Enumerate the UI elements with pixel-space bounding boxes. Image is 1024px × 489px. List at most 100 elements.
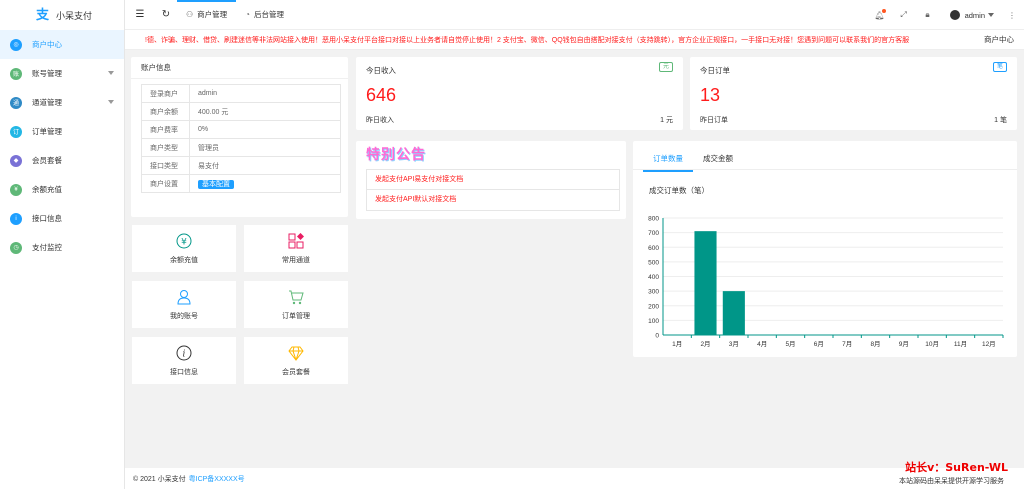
- diamond-icon: [288, 346, 304, 361]
- x-tick-label: 12月: [982, 340, 996, 348]
- more-vertical-icon[interactable]: ⋮: [1000, 11, 1024, 20]
- table-row: 接口类型 易支付: [141, 156, 341, 175]
- x-tick-label: 8月: [870, 340, 880, 348]
- yesterday-income-value: 1 元: [660, 117, 673, 124]
- chevron-down-icon: [988, 13, 994, 17]
- notice-text: !德、诈骗、理财、借贷、刷建迷信等非法网站接入使用！恶用小呆支付平台接口对接以上…: [145, 36, 910, 44]
- watermark-contact: 站长v：SuRen-WL: [905, 461, 1008, 474]
- sidebar-item-channel-management[interactable]: 通 通道管理: [0, 88, 124, 117]
- y-tick-label: 700: [648, 230, 659, 237]
- card-title: 今日订单: [700, 66, 730, 75]
- cart-icon: 订: [10, 125, 22, 138]
- y-tick-label: 200: [648, 303, 659, 310]
- y-tick-label: 600: [648, 245, 659, 252]
- sidebar-item-payment-monitor[interactable]: ◷ 支付监控: [0, 233, 124, 262]
- x-tick-label: 7月: [842, 340, 852, 348]
- grid-apps-icon: [288, 232, 304, 248]
- copyright-text: © 2021 小呆支付: [133, 475, 186, 483]
- bar: [694, 231, 717, 335]
- announcement-list: 发起支付API易支付对接文档 发起支付API默认对接文档: [366, 169, 620, 211]
- yen-circle-icon: ¥: [176, 233, 192, 248]
- table-row: 商户费率 0%: [141, 120, 341, 139]
- y-tick-label: 800: [648, 216, 659, 223]
- card-title: 账户信息: [131, 57, 348, 79]
- tile-recharge[interactable]: ¥ 余额充值: [132, 225, 236, 272]
- sidebar: 支 小呆支付 ◎ 商户中心 账 账号管理 通 通道管理 订 订单管理 ◆ 会员套…: [0, 0, 125, 489]
- tab-merchant-management[interactable]: ⚇ 商户管理: [177, 0, 237, 30]
- sidebar-item-order-management[interactable]: 订 订单管理: [0, 117, 124, 146]
- y-tick-label: 500: [648, 259, 659, 266]
- top-header: ☰ ↻ ⚇ 商户管理 ◔ 后台管理 🔔︎ ⤢ 🔒︎ admin ⋮: [125, 0, 1024, 30]
- tile-api-info[interactable]: i 接口信息: [132, 337, 236, 384]
- y-tick-label: 0: [655, 333, 659, 340]
- card-title: 今日收入: [366, 66, 396, 75]
- x-tick-label: 1月: [672, 340, 682, 348]
- income-value: 646: [366, 85, 397, 105]
- home-icon: ◎: [10, 38, 22, 51]
- announcement-card: 特别公告 发起支付API易支付对接文档 发起支付API默认对接文档: [356, 141, 626, 219]
- tile-membership[interactable]: 会员套餐: [244, 337, 348, 384]
- yen-icon: ¥: [10, 183, 22, 196]
- sidebar-item-account-management[interactable]: 账 账号管理: [0, 59, 124, 88]
- sidebar-item-api-info[interactable]: i 接口信息: [0, 204, 124, 233]
- breadcrumb: 商户中心: [984, 35, 1014, 44]
- tile-order-management[interactable]: 订单管理: [244, 281, 348, 328]
- table-row: 登录商户 admin: [141, 84, 341, 103]
- notification-bell-icon[interactable]: 🔔︎: [868, 8, 892, 20]
- app-logo[interactable]: 支 小呆支付: [0, 0, 124, 30]
- x-tick-label: 11月: [954, 340, 967, 348]
- x-tick-label: 6月: [814, 340, 824, 348]
- monitor-icon: ◷: [10, 241, 22, 254]
- yesterday-income-label: 昨日收入: [366, 117, 394, 124]
- user-outline-icon: [177, 289, 191, 304]
- user-icon: ⚇: [186, 10, 194, 19]
- notice-marquee: !德、诈骗、理财、借贷、刷建迷信等非法网站接入使用！恶用小呆支付平台接口对接以上…: [125, 30, 1024, 50]
- announcement-link[interactable]: 发起支付API默认对接文档: [367, 190, 619, 210]
- table-row: 商户设置 基本配置: [141, 174, 341, 193]
- account-table: 登录商户 admin 商户余额 400.00 元 商户费率 0% 商户类型 管理员 接口…: [141, 84, 341, 193]
- fullscreen-icon[interactable]: ⤢: [892, 10, 916, 20]
- sidebar-item-membership[interactable]: ◆ 会员套餐: [0, 146, 124, 175]
- today-income-card: 今日收入 元 646 昨日收入 1 元: [356, 57, 683, 130]
- chevron-down-icon: [108, 100, 114, 104]
- basic-config-button[interactable]: 基本配置: [198, 179, 234, 189]
- app-name: 小呆支付: [56, 10, 93, 21]
- diamond-icon: ◆: [10, 154, 22, 167]
- tab-admin-management[interactable]: ◔ 后台管理: [236, 0, 293, 30]
- notification-dot: [881, 8, 886, 13]
- yesterday-orders-label: 昨日订单: [700, 117, 728, 124]
- sidebar-item-merchant-center[interactable]: ◎ 商户中心: [0, 30, 124, 59]
- info-icon: i: [10, 212, 22, 225]
- today-orders-card: 今日订单 笔 13 昨日订单 1 笔: [690, 57, 1017, 130]
- logo-icon: 支: [36, 7, 50, 22]
- svg-text:i: i: [183, 349, 186, 359]
- username: admin: [964, 10, 985, 20]
- footer: © 2021 小呆支付 粤ICP备XXXXX号: [125, 468, 1024, 489]
- table-row: 商户余额 400.00 元: [141, 102, 341, 121]
- lock-icon[interactable]: 🔒︎: [916, 10, 940, 20]
- x-tick-label: 2月: [700, 340, 710, 348]
- x-tick-label: 3月: [729, 340, 739, 348]
- tile-common-channels[interactable]: 常用通道: [244, 225, 348, 272]
- channel-icon: 通: [10, 96, 22, 109]
- refresh-icon[interactable]: ↻: [155, 0, 177, 30]
- y-tick-label: 400: [648, 274, 659, 281]
- user-icon: 账: [10, 67, 22, 80]
- sidebar-item-recharge[interactable]: ¥ 余额充值: [0, 175, 124, 204]
- announcement-link[interactable]: 发起支付API易支付对接文档: [367, 170, 619, 190]
- unit-badge: 笔: [992, 62, 1007, 72]
- dashboard-icon: ◔: [245, 10, 251, 19]
- bar-chart: 0 100 200 300 400 500 600 700 800 1月 2月 3月 4月 5月 6月 7月 8…: [648, 216, 1004, 348]
- tile-my-account[interactable]: 我的账号: [132, 281, 236, 328]
- account-info-card: 账户信息 登录商户 admin 商户余额 400.00 元 商户费率 0% 商户类型管…: [131, 57, 348, 217]
- order-chart-card: 订单数量 成交金额 成交订单数（笔） 0 100 200 300 400 500 600 70…: [633, 141, 1017, 357]
- yesterday-orders-value: 1 笔: [994, 117, 1007, 124]
- user-menu[interactable]: admin: [949, 10, 994, 20]
- menu-toggle-icon[interactable]: ☰: [129, 0, 151, 30]
- icp-link[interactable]: 粤ICP备XXXXX号: [189, 474, 245, 484]
- watermark-note: 本站源码由呆呆提供开源学习服务: [899, 478, 1004, 485]
- orders-value: 13: [700, 85, 721, 105]
- y-tick-label: 100: [648, 318, 659, 325]
- y-tick-label: 300: [648, 289, 659, 296]
- x-tick-label: 9月: [899, 340, 909, 348]
